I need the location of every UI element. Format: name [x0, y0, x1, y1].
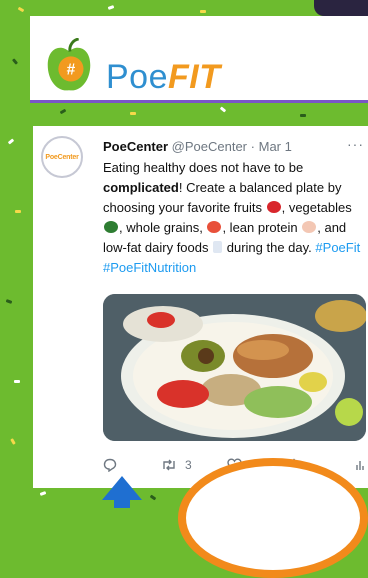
tweet-header: PoeCenter @PoeCenter · Mar 1 [103, 139, 292, 154]
svg-text:#: # [67, 62, 76, 79]
food-bowl-illustration [103, 294, 366, 441]
meat-icon [302, 221, 317, 233]
tweet-text-part: , lean protein [222, 220, 298, 235]
logo-poe-text: Poe [106, 58, 168, 96]
user-handle[interactable]: @PoeCenter [172, 139, 247, 154]
tweet-text-part: , whole grains, [119, 220, 203, 235]
analytics-icon [356, 461, 364, 470]
corner-decoration [314, 0, 368, 16]
more-options-icon[interactable]: ··· [347, 136, 364, 152]
tweet-text-part: Eating healthy does not have to be [103, 160, 304, 175]
tweet-date[interactable]: Mar 1 [259, 139, 292, 154]
hashtag-link[interactable]: #PoeFit [315, 240, 360, 255]
avatar[interactable]: PoeCenter [41, 136, 83, 178]
retweet-button[interactable]: 3 [161, 458, 192, 472]
broccoli-icon [104, 221, 118, 233]
tweet-text: Eating healthy does not have to be compl… [103, 158, 366, 278]
hashtag-link[interactable]: #PoeFitNutrition [103, 260, 196, 275]
arrow-icon [102, 476, 142, 508]
strawberry-icon [266, 201, 281, 213]
orange-circle-decoration [178, 458, 368, 578]
logo-wordmark: PoeFIT [106, 60, 220, 94]
tweet-text-part: during the day. [226, 240, 312, 255]
tweet-card[interactable]: PoeCenter PoeCenter @PoeCenter · Mar 1 ·… [33, 126, 368, 488]
avatar-label: PoeCenter [45, 153, 79, 161]
tweet-text-bold: complicated [103, 180, 179, 195]
bowl-icon [207, 221, 222, 233]
separator: · [250, 139, 255, 154]
analytics-button[interactable] [355, 458, 365, 472]
retweet-count: 3 [185, 458, 192, 472]
tweet-text-part: , vegetables [281, 200, 352, 215]
food-photo[interactable] [103, 294, 366, 441]
logo-banner: # PoeFIT [30, 16, 368, 103]
reply-button[interactable] [103, 458, 117, 472]
logo-fit-text: FIT [168, 58, 221, 96]
retweet-icon [163, 459, 175, 471]
display-name[interactable]: PoeCenter [103, 139, 168, 154]
reply-icon [103, 458, 117, 472]
milk-icon [213, 241, 223, 253]
apple-logo-icon: # [47, 38, 91, 91]
